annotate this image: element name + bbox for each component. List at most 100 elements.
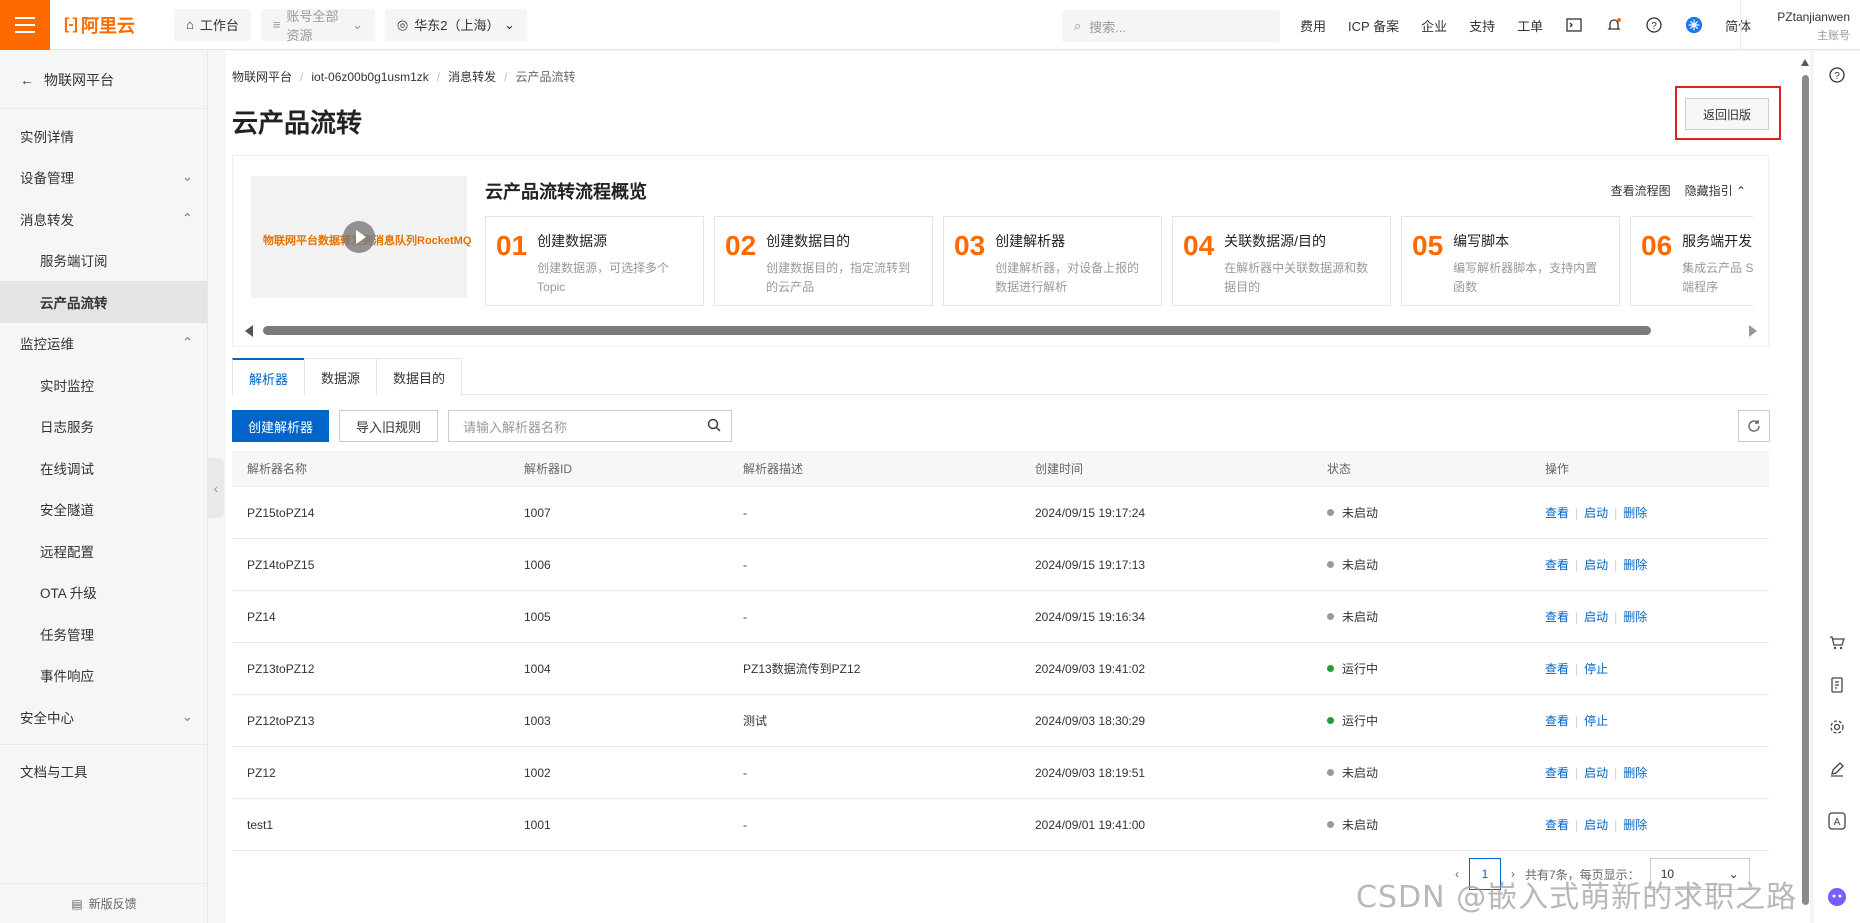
new-version-feedback[interactable]: ▤ 新版反馈	[0, 883, 208, 923]
row-action-link[interactable]: 查看	[1545, 816, 1569, 833]
scrollbar-thumb[interactable]	[263, 326, 1651, 335]
sidebar-group-device-management[interactable]: 设备管理 ⌄	[0, 157, 207, 199]
sidebar-group-monitoring-ops[interactable]: 监控运维 ⌃	[0, 323, 207, 365]
row-action-link[interactable]: 停止	[1584, 660, 1608, 677]
guide-step[interactable]: 02 创建数据目的 创建数据目的，指定流转到的云产品	[714, 216, 933, 306]
user-account[interactable]: PZtanjianwen 主账号	[1740, 0, 1860, 50]
guide-step[interactable]: 05 编写脚本 编写解析器脚本，支持内置函数	[1401, 216, 1620, 306]
scrollbar-thumb[interactable]	[1802, 75, 1809, 905]
step-desc: 创建数据源，可选择多个Topic	[537, 261, 670, 294]
breadcrumb-instance[interactable]: iot-06z00b0g1usm1zk	[311, 70, 428, 84]
sidebar-item-instance-detail[interactable]: 实例详情	[0, 115, 207, 157]
sidebar-item-log-service[interactable]: 日志服务	[0, 406, 207, 448]
sidebar-item-server-subscription[interactable]: 服务端订阅	[0, 240, 207, 282]
row-action-link[interactable]: 启动	[1584, 556, 1608, 573]
guide-step[interactable]: 06 服务端开发集成云产品 SDK，完成服务端程序	[1630, 216, 1753, 306]
breadcrumb-message-forwarding[interactable]: 消息转发	[448, 68, 496, 85]
sidebar-collapse-handle[interactable]: ‹	[208, 458, 224, 518]
search-icon[interactable]	[707, 418, 721, 435]
row-action-link[interactable]: 启动	[1584, 816, 1608, 833]
hide-guide-link[interactable]: 隐藏指引 ⌃	[1685, 182, 1746, 199]
bell-icon[interactable]	[1605, 16, 1623, 34]
cart-icon[interactable]	[1827, 633, 1847, 653]
view-flowchart-link[interactable]: 查看流程图	[1611, 182, 1671, 199]
sidebar-item-realtime-monitoring[interactable]: 实时监控	[0, 364, 207, 406]
link-billing[interactable]: 费用	[1300, 16, 1326, 35]
breadcrumb-iot-platform[interactable]: 物联网平台	[232, 68, 292, 85]
sidebar-item-secure-tunnel[interactable]: 安全隧道	[0, 489, 207, 531]
row-action-link[interactable]: 查看	[1545, 712, 1569, 729]
settings-icon[interactable]	[1827, 717, 1847, 737]
parser-search-input[interactable]: 请输入解析器名称	[448, 410, 733, 442]
link-enterprise[interactable]: 企业	[1421, 16, 1447, 35]
row-action-link[interactable]: 查看	[1545, 660, 1569, 677]
play-icon[interactable]	[343, 221, 375, 253]
help-icon[interactable]: ?	[1645, 16, 1663, 34]
table-body: PZ15toPZ14 1007-2024/09/15 19:17:24 未启动 查看 |…	[232, 487, 1769, 851]
row-action-link[interactable]: 启动	[1584, 764, 1608, 781]
row-action-link[interactable]: 查看	[1545, 608, 1569, 625]
sidebar-item-cloud-product-flow[interactable]: 云产品流转	[0, 281, 207, 323]
sidebar-item-event-response[interactable]: 事件响应	[0, 655, 207, 697]
row-action-link[interactable]: 删除	[1623, 504, 1647, 521]
terminal-icon[interactable]	[1565, 16, 1583, 34]
import-old-rules-button[interactable]: 导入旧规则	[339, 410, 439, 442]
row-action-link[interactable]: 删除	[1623, 816, 1647, 833]
table-row: PZ15toPZ14 1007 - 2024/09/15 19:17:24 未启动 查看 |…	[232, 487, 1769, 539]
row-action-link[interactable]: 查看	[1545, 556, 1569, 573]
breadcrumb: 物联网平台 / iot-06z00b0g1usm1zk / 消息转发 / 云产品…	[232, 68, 575, 85]
row-action-link[interactable]: 删除	[1623, 556, 1647, 573]
sidebar-item-remote-config[interactable]: 远程配置	[0, 530, 207, 572]
assistant-icon[interactable]	[1685, 16, 1703, 34]
guide-video[interactable]: 物联网平台数据转发到消息队列RocketMQ	[251, 176, 471, 298]
scroll-right-icon[interactable]	[1749, 325, 1757, 337]
sidebar-item-docs-tools[interactable]: 文档与工具	[0, 751, 207, 793]
back-to-iot-platform[interactable]: ← 物联网平台	[0, 51, 207, 109]
refresh-button[interactable]	[1738, 410, 1770, 442]
action-separator: |	[1614, 557, 1618, 572]
guide-step[interactable]: 01 创建数据源 创建数据源，可选择多个Topic	[485, 216, 704, 306]
menu-icon[interactable]	[0, 0, 50, 50]
ai-assistant-icon[interactable]	[1827, 887, 1847, 907]
row-action-link[interactable]: 删除	[1623, 764, 1647, 781]
edit-icon[interactable]	[1827, 759, 1847, 779]
sidebar-item-online-debug[interactable]: 在线调试	[0, 447, 207, 489]
row-action-link[interactable]: 查看	[1545, 504, 1569, 521]
link-ticket[interactable]: 工单	[1517, 16, 1543, 35]
tab-data-destination[interactable]: 数据目的	[376, 358, 463, 395]
cell-parser-name: PZ14	[247, 609, 276, 624]
region-select[interactable]: ◎ 华东2（上海） ⌄	[384, 8, 527, 41]
link-support[interactable]: 支持	[1469, 16, 1495, 35]
scroll-up-icon[interactable]	[1801, 59, 1809, 66]
sidebar-item-label: 消息转发	[20, 212, 74, 228]
guide-horizontal-scrollbar[interactable]	[245, 324, 1757, 337]
row-action-link[interactable]: 查看	[1545, 764, 1569, 781]
scroll-left-icon[interactable]	[245, 325, 253, 337]
status-dot	[1327, 613, 1334, 620]
main-vertical-scrollbar[interactable]	[1800, 51, 1810, 923]
row-action-link[interactable]: 启动	[1584, 608, 1608, 625]
translate-icon[interactable]: A	[1827, 811, 1847, 831]
cell-actions: 查看 | 停止	[1545, 712, 1769, 729]
step-number: 04	[1183, 230, 1215, 261]
workbench-button[interactable]: ⌂ 工作台	[174, 8, 251, 41]
aliyun-logo[interactable]: [-] 阿里云	[64, 12, 164, 38]
row-action-link[interactable]: 停止	[1584, 712, 1608, 729]
row-action-link[interactable]: 启动	[1584, 504, 1608, 521]
guide-step[interactable]: 04 关联数据源/目的 在解析器中关联数据源和数据目的	[1172, 216, 1391, 306]
link-icp[interactable]: ICP 备案	[1348, 16, 1399, 35]
create-parser-button[interactable]: 创建解析器	[232, 410, 330, 442]
help-icon[interactable]: ?	[1827, 65, 1847, 85]
resource-scope-select[interactable]: ≡ 账号全部资源 ⌄	[260, 8, 375, 43]
document-icon[interactable]	[1827, 675, 1847, 695]
return-old-version-button[interactable]: 返回旧版	[1685, 98, 1769, 130]
sidebar-group-security-center[interactable]: 安全中心 ⌄	[0, 696, 207, 738]
tab-data-source[interactable]: 数据源	[304, 358, 378, 395]
guide-step[interactable]: 03 创建解析器 创建解析器，对设备上报的数据进行解析	[943, 216, 1162, 306]
global-search-input[interactable]: ⌕ 搜索...	[1062, 10, 1280, 42]
sidebar-group-message-forwarding[interactable]: 消息转发 ⌃	[0, 198, 207, 240]
tab-parser[interactable]: 解析器	[232, 358, 306, 396]
sidebar-item-ota-upgrade[interactable]: OTA 升级	[0, 572, 207, 614]
sidebar-item-task-management[interactable]: 任务管理	[0, 613, 207, 655]
row-action-link[interactable]: 删除	[1623, 608, 1647, 625]
